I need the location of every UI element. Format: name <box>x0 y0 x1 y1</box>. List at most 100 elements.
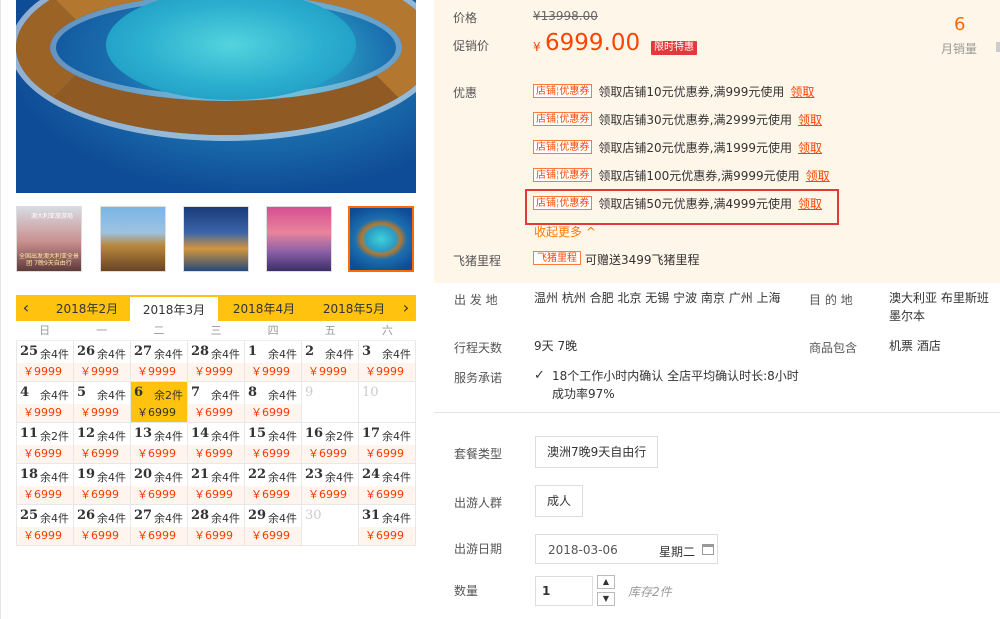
calendar-day-price: ￥9999 <box>17 363 73 381</box>
thumbnail-crater-island[interactable] <box>348 206 414 272</box>
calendar-day-cell: 10 <box>359 382 416 423</box>
claim-coupon-link[interactable]: 领取 <box>806 167 830 184</box>
coupons-label: 优惠 <box>453 86 478 100</box>
mileage-text: 可赠送3499飞猪里程 <box>585 253 700 267</box>
calendar-day-stock: 余4件 <box>154 471 183 484</box>
scrollbar-thumb[interactable] <box>996 42 1000 52</box>
calendar-day-cell[interactable]: 31 余4件 ￥6999 <box>359 505 416 546</box>
calendar-day-number: 10 <box>362 385 379 400</box>
calendar-day-cell[interactable]: 17 余4件 ￥6999 <box>359 423 416 464</box>
calendar-grid: 25 余4件 ￥9999 26 余4件 ￥9999 27 余4件 ￥9999 28 余4件 ￥9999… <box>16 341 416 546</box>
prev-month-arrow-icon[interactable]: ‹ <box>16 295 36 321</box>
calendar-day-cell[interactable]: 5 余4件 ￥9999 <box>74 382 131 423</box>
calendar-day-number: 14 <box>191 426 210 441</box>
calendar-day-price: ￥6999 <box>131 486 187 504</box>
collapse-more-link[interactable]: 收起更多 ^ <box>534 223 596 240</box>
calendar-day-cell[interactable]: 18 余4件 ￥6999 <box>17 464 74 505</box>
calendar-day-cell[interactable]: 7 余4件 ￥6999 <box>188 382 245 423</box>
calendar-day-stock: 余4件 <box>154 430 183 443</box>
travel-date-picker[interactable]: 2018-03-06 星期二 <box>535 534 718 564</box>
calendar-day-cell[interactable]: 6 余2件 ￥6999 <box>131 382 188 423</box>
service-promise-label: 服务承诺 <box>454 371 503 385</box>
calendar-day-cell[interactable]: 20 余4件 ￥6999 <box>131 464 188 505</box>
calendar-day-number: 19 <box>77 467 96 482</box>
quantity-input[interactable] <box>535 576 593 606</box>
claim-coupon-link[interactable]: 领取 <box>798 111 822 128</box>
quantity-decrease-icon[interactable]: ▼ <box>597 592 615 606</box>
coupon-tag-shop: 店铺 <box>536 114 556 125</box>
calendar-day-cell[interactable]: 4 余4件 ￥9999 <box>17 382 74 423</box>
calendar-day-number: 15 <box>248 426 267 441</box>
calendar-day-stock: 余4件 <box>268 512 297 525</box>
calendar-day-number: 8 <box>248 385 258 400</box>
thumbnail-opera-house-sunset[interactable] <box>266 206 332 272</box>
month-tab-feb[interactable]: 2018年2月 <box>43 295 131 321</box>
coupon-tag-shop: 店铺 <box>536 142 556 153</box>
main-product-image <box>16 0 416 193</box>
calendar-day-cell[interactable]: 28 余4件 ￥9999 <box>188 341 245 382</box>
month-tab-may[interactable]: 2018年5月 <box>310 295 398 321</box>
month-tab-apr[interactable]: 2018年4月 <box>220 295 308 321</box>
coupon-text: 领取店铺20元优惠券,满1999元使用 <box>598 140 792 155</box>
calendar-day-cell[interactable]: 22 余4件 ￥6999 <box>245 464 302 505</box>
quantity-increase-icon[interactable]: ▲ <box>597 575 615 589</box>
calendar-day-cell[interactable]: 27 余4件 ￥6999 <box>131 505 188 546</box>
weekday-tue: 二 <box>153 324 165 337</box>
calendar-day-cell[interactable]: 12 余4件 ￥6999 <box>74 423 131 464</box>
calendar-day-cell[interactable]: 26 余4件 ￥9999 <box>74 341 131 382</box>
calendar-day-cell[interactable]: 1 余4件 ￥9999 <box>245 341 302 382</box>
calendar-day-cell[interactable]: 24 余4件 ￥6999 <box>359 464 416 505</box>
calendar-day-price: ￥6999 <box>245 527 301 545</box>
calendar-day-stock: 余4件 <box>382 471 411 484</box>
calendar-day-price: ￥9999 <box>17 404 73 422</box>
next-month-arrow-icon[interactable]: › <box>396 295 416 321</box>
calendar-day-cell[interactable]: 26 余4件 ￥6999 <box>74 505 131 546</box>
product-gallery-panel: 澳大利亚旅游局 全国出发澳大利亚全景团 7晚9天自由行 ‹ 2018年2月 20… <box>0 0 433 619</box>
calendar-day-price: ￥6999 <box>131 445 187 463</box>
calendar-day-price: ￥9999 <box>74 363 130 381</box>
weekday-wed: 三 <box>210 324 222 337</box>
thumbnail-flinders-station[interactable] <box>100 206 166 272</box>
calendar-day-cell[interactable]: 3 余4件 ￥9999 <box>359 341 416 382</box>
coupon-tag-type: 优惠券 <box>559 114 590 125</box>
calendar-day-price: ￥6999 <box>188 527 244 545</box>
calendar-day-cell[interactable]: 28 余4件 ￥6999 <box>188 505 245 546</box>
calendar-day-cell[interactable]: 19 余4件 ￥6999 <box>74 464 131 505</box>
calendar-icon <box>702 544 714 555</box>
coupon-tag-shop: 店铺 <box>536 86 556 97</box>
calendar-day-number: 28 <box>191 344 210 359</box>
travel-date-label: 出游日期 <box>454 542 503 556</box>
calendar-day-stock: 余4件 <box>211 389 240 402</box>
sale-price-label: 促销价 <box>453 39 490 53</box>
calendar-day-stock: 余4件 <box>97 430 126 443</box>
claim-coupon-link[interactable]: 领取 <box>798 139 822 156</box>
calendar-day-cell[interactable]: 25 余4件 ￥9999 <box>17 341 74 382</box>
calendar-day-cell[interactable]: 25 余4件 ￥6999 <box>17 505 74 546</box>
thumbnail-city-night[interactable] <box>183 206 249 272</box>
month-tab-mar[interactable]: 2018年3月 <box>130 297 218 321</box>
calendar-day-price: ￥6999 <box>74 527 130 545</box>
adult-option-button[interactable]: 成人 <box>535 485 584 517</box>
calendar-day-number: 27 <box>134 344 153 359</box>
calendar-day-cell[interactable]: 13 余4件 ￥6999 <box>131 423 188 464</box>
calendar-day-price: ￥6999 <box>74 445 130 463</box>
calendar-day-cell[interactable]: 15 余4件 ￥6999 <box>245 423 302 464</box>
claim-coupon-link[interactable]: 领取 <box>790 83 814 100</box>
mileage-label: 飞猪里程 <box>453 254 502 268</box>
calendar-day-cell[interactable]: 21 余4件 ￥6999 <box>188 464 245 505</box>
calendar-day-stock: 余4件 <box>97 348 126 361</box>
calendar-day-price: ￥6999 <box>245 486 301 504</box>
calendar-day-cell[interactable]: 2 余4件 ￥9999 <box>302 341 359 382</box>
calendar-day-price: ￥6999 <box>188 486 244 504</box>
calendar-day-cell[interactable]: 14 余4件 ￥6999 <box>188 423 245 464</box>
calendar-day-cell[interactable]: 27 余4件 ￥9999 <box>131 341 188 382</box>
calendar-day-cell[interactable]: 23 余4件 ￥6999 <box>302 464 359 505</box>
calendar-day-cell[interactable]: 11 余2件 ￥6999 <box>17 423 74 464</box>
calendar-day-cell[interactable]: 16 余2件 ￥6999 <box>302 423 359 464</box>
package-option-button[interactable]: 澳洲7晚9天自由行 <box>535 436 659 468</box>
calendar-day-cell[interactable]: 8 余4件 ￥6999 <box>245 382 302 423</box>
calendar-day-cell[interactable]: 29 余4件 ￥6999 <box>245 505 302 546</box>
thumbnail-sydney-opera-house[interactable]: 澳大利亚旅游局 全国出发澳大利亚全景团 7晚9天自由行 <box>16 206 82 272</box>
calendar-day-stock: 余4件 <box>40 389 69 402</box>
calendar-day-price: ￥6999 <box>74 486 130 504</box>
